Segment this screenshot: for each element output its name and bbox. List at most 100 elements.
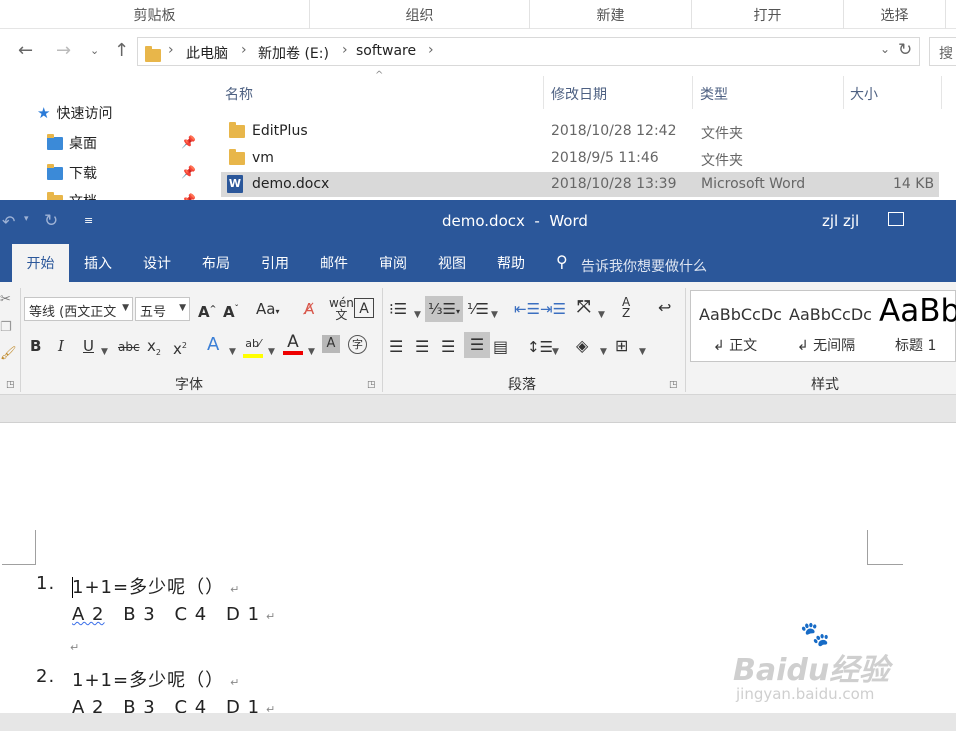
tell-me-input[interactable]: 告诉我你想要做什么 <box>581 256 707 276</box>
style-name-normal[interactable]: ↲ 正文 <box>713 335 757 355</box>
breadcrumb-drive-e[interactable]: 新加卷 (E:) <box>258 43 329 63</box>
tab-references[interactable]: 引用 <box>261 244 289 282</box>
copy-icon[interactable]: ❐ <box>0 318 12 338</box>
numbering-icon[interactable]: ⅓☰▾ <box>425 296 463 322</box>
align-right-icon[interactable]: ☰ <box>441 337 455 357</box>
file-row-selected[interactable]: W demo.docx 2018/10/28 13:39 Microsoft W… <box>221 172 939 197</box>
ribbon-group-select[interactable]: 选择 <box>844 0 946 29</box>
chevron-down-icon[interactable]: ▼ <box>122 303 129 313</box>
borders-dropdown-icon[interactable]: ▼ <box>639 342 646 362</box>
font-launcher-icon[interactable]: ◳ <box>367 380 376 390</box>
ribbon-group-open[interactable]: 打开 <box>692 0 844 29</box>
multilevel-dropdown-icon[interactable]: ▼ <box>491 305 498 325</box>
breadcrumb-software[interactable]: software <box>356 43 416 59</box>
font-color-dropdown-icon[interactable]: ▼ <box>308 342 315 362</box>
user-name[interactable]: zjl zjl <box>822 212 859 230</box>
clear-formatting-icon[interactable]: A̸ <box>304 299 314 319</box>
search-input[interactable]: 搜 <box>929 37 956 66</box>
style-preview-no-spacing[interactable]: AaBbCcDc <box>789 305 872 324</box>
character-shading-icon[interactable]: A <box>322 335 340 353</box>
show-formatting-marks-icon[interactable]: ↩ <box>658 298 671 318</box>
address-dropdown-icon[interactable]: ⌄ <box>880 42 890 56</box>
breadcrumb-this-pc[interactable]: 此电脑 <box>186 43 228 63</box>
recent-chevron-down-icon[interactable]: ⌄ <box>90 41 99 61</box>
style-name-heading1[interactable]: 标题 1 <box>895 335 936 355</box>
chinese-layout-dropdown-icon[interactable]: ▼ <box>598 305 605 325</box>
undo-icon[interactable]: ↶ <box>2 212 15 231</box>
pin-icon[interactable]: 📌 <box>181 165 196 179</box>
column-header-type[interactable]: 类型 <box>694 76 844 109</box>
undo-dropdown-icon[interactable]: ▾ <box>24 214 29 224</box>
tab-help[interactable]: 帮助 <box>497 244 525 282</box>
pin-icon[interactable]: 📌 <box>181 135 196 149</box>
ribbon-group-new[interactable]: 新建 <box>530 0 692 29</box>
bullets-icon[interactable]: ⁝☰ <box>389 299 407 319</box>
question-1-line[interactable]: 1+1=多少呢（） ↵ <box>72 573 240 599</box>
line-spacing-icon[interactable]: ↕☰ <box>527 337 553 357</box>
enclose-characters-icon[interactable]: 字 <box>348 335 367 354</box>
file-row[interactable]: EditPlus 2018/10/28 12:42 文件夹 <box>221 119 939 144</box>
nav-quick-access[interactable]: ★ 快速访问 <box>37 103 112 123</box>
column-header-size[interactable]: 大小 <box>844 76 942 109</box>
format-painter-icon[interactable]: 🖌 <box>0 344 17 364</box>
underline-icon[interactable]: U <box>83 336 94 356</box>
bullets-dropdown-icon[interactable]: ▼ <box>414 305 421 325</box>
shrink-font-icon[interactable]: Aˇ <box>223 299 239 322</box>
bold-icon[interactable]: B <box>30 336 41 356</box>
tab-view[interactable]: 视图 <box>438 244 466 282</box>
underline-dropdown-icon[interactable]: ▼ <box>101 342 108 362</box>
customize-quick-access-icon[interactable]: ≡ <box>84 214 93 227</box>
tab-layout[interactable]: 布局 <box>202 244 230 282</box>
font-color-icon[interactable]: A <box>283 333 303 355</box>
highlight-icon[interactable]: ab⁄ <box>243 334 263 358</box>
style-name-no-spacing[interactable]: ↲ 无间隔 <box>797 335 855 355</box>
align-left-icon[interactable]: ☰ <box>389 337 403 357</box>
ribbon-group-clipboard[interactable]: 剪贴板 <box>0 0 310 29</box>
back-arrow-icon[interactable]: ← <box>18 41 33 61</box>
style-preview-normal[interactable]: AaBbCcDc <box>699 305 782 324</box>
paragraph-launcher-icon[interactable]: ◳ <box>669 380 678 390</box>
shading-dropdown-icon[interactable]: ▼ <box>600 342 607 362</box>
breadcrumb-chevron-icon[interactable]: › <box>428 42 434 58</box>
up-arrow-icon[interactable]: ↑ <box>114 41 129 61</box>
nav-item-desktop[interactable]: 桌面 <box>47 133 97 153</box>
forward-arrow-icon[interactable]: → <box>56 41 71 61</box>
tab-review[interactable]: 审阅 <box>379 244 407 282</box>
sort-icon[interactable]: AZ <box>622 296 630 319</box>
font-size-combo[interactable]: 五号 ▼ <box>135 297 190 321</box>
breadcrumb-chevron-icon[interactable]: › <box>342 42 348 58</box>
address-bar[interactable]: › 此电脑 › 新加卷 (E:) › software › ⌄ ↻ <box>137 37 920 66</box>
shading-bucket-icon[interactable]: ◈ <box>576 336 588 356</box>
cut-icon[interactable]: ✂ <box>0 290 11 310</box>
borders-icon[interactable]: ⊞ <box>615 336 628 356</box>
line-spacing-dropdown-icon[interactable]: ▼ <box>552 342 559 362</box>
tab-design[interactable]: 设计 <box>143 244 171 282</box>
subscript-icon[interactable]: x2 <box>147 336 161 363</box>
refresh-icon[interactable]: ↻ <box>898 40 912 60</box>
question-1-options[interactable]: A 2 B 3 C 4 D 1 ↵ <box>72 604 276 625</box>
distributed-icon[interactable]: ▤ <box>493 337 508 357</box>
superscript-icon[interactable]: x2 <box>173 336 187 359</box>
character-border-icon[interactable]: A <box>354 298 374 318</box>
breadcrumb-chevron-icon[interactable]: › <box>168 42 174 58</box>
tab-insert[interactable]: 插入 <box>84 244 112 282</box>
phonetic-guide-icon[interactable]: wén 文 <box>329 297 354 321</box>
text-effects-icon[interactable]: A <box>207 335 219 355</box>
redo-icon[interactable]: ↻ <box>44 211 58 231</box>
nav-item-downloads[interactable]: 下载 <box>47 163 97 183</box>
chinese-layout-icon[interactable]: ⤧ <box>577 297 591 317</box>
clipboard-launcher-icon[interactable]: ◳ <box>6 380 15 390</box>
chevron-down-icon[interactable]: ▼ <box>179 303 186 313</box>
ribbon-group-organize[interactable]: 组织 <box>310 0 530 29</box>
tab-mailings[interactable]: 邮件 <box>320 244 348 282</box>
horizontal-scrollbar[interactable] <box>0 713 956 731</box>
breadcrumb-chevron-icon[interactable]: › <box>241 42 247 58</box>
style-preview-heading1[interactable]: AaBb <box>879 293 956 329</box>
multilevel-list-icon[interactable]: ⅟☰ <box>467 299 489 319</box>
font-name-combo[interactable]: 等线 (西文正文 ▼ <box>24 297 133 321</box>
increase-indent-icon[interactable]: ⇥☰ <box>540 299 566 319</box>
file-row[interactable]: vm 2018/9/5 11:46 文件夹 <box>221 146 939 171</box>
justify-icon[interactable]: ☰ <box>464 332 490 358</box>
column-header-name[interactable]: 名称 <box>219 76 544 109</box>
grow-font-icon[interactable]: A^ <box>198 299 216 322</box>
